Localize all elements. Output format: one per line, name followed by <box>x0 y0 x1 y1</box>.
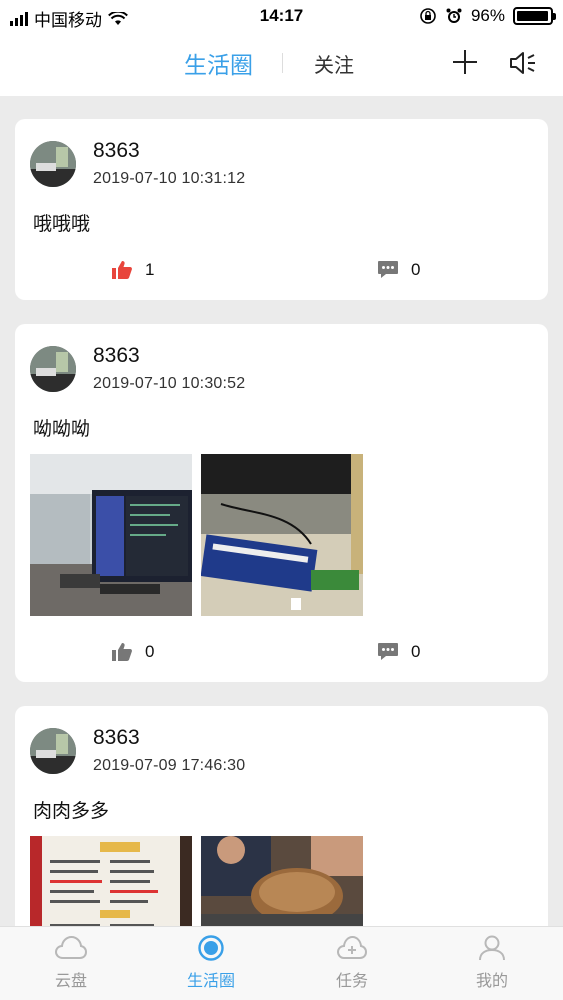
post-timestamp: 2019-07-09 17:46:30 <box>93 757 246 774</box>
avatar[interactable] <box>30 346 76 392</box>
username[interactable]: 8363 <box>93 726 140 750</box>
tab-label: 云盘 <box>54 973 87 990</box>
post-timestamp: 2019-07-10 10:30:52 <box>93 375 246 392</box>
username[interactable]: 8363 <box>93 139 140 163</box>
post-text: 哦哦哦 <box>33 214 91 235</box>
like-count: 1 <box>145 260 155 279</box>
like-button[interactable]: 1 <box>111 260 154 280</box>
avatar[interactable] <box>30 728 76 774</box>
office-monitor-photo[interactable] <box>30 454 192 616</box>
comment-count: 0 <box>411 260 421 279</box>
tab-mine[interactable]: 我的 <box>442 935 542 991</box>
speaker-icon[interactable] <box>508 49 538 77</box>
post-card: 8363 2019-07-10 10:31:12 哦哦哦 1 0 <box>15 119 548 300</box>
rotation-lock-icon <box>420 8 436 24</box>
circle-icon <box>198 935 224 961</box>
desk-hardware-photo[interactable] <box>201 454 363 616</box>
top-nav: 生活圈 关注 <box>0 32 563 96</box>
thumbs-up-icon <box>112 261 132 279</box>
battery-percent: 96% <box>470 6 505 25</box>
comment-button[interactable]: 0 <box>377 260 420 280</box>
user-icon <box>479 935 505 961</box>
bottom-tab-bar: 云盘 生活圈 任务 我的 <box>0 926 563 1000</box>
tab-label: 任务 <box>335 973 368 990</box>
tab-label: 生活圈 <box>186 973 235 990</box>
post-text: 呦呦呦 <box>33 419 91 440</box>
cloud-icon <box>54 935 88 959</box>
like-button[interactable]: 0 <box>111 642 154 662</box>
tab-tasks[interactable]: 任务 <box>302 935 402 991</box>
comment-icon <box>378 643 398 660</box>
comment-icon <box>378 261 398 278</box>
thumbs-up-icon <box>112 643 132 661</box>
battery-icon <box>513 7 556 25</box>
username[interactable]: 8363 <box>93 344 140 368</box>
status-bar: 中国移动 14:17 96% <box>0 0 563 32</box>
plus-icon[interactable] <box>450 47 480 77</box>
post-card: 8363 2019-07-10 10:30:52 呦呦呦 0 0 <box>15 324 548 682</box>
tab-divider <box>282 53 283 73</box>
avatar[interactable] <box>30 141 76 187</box>
tab-follow[interactable]: 关注 <box>314 49 354 78</box>
like-count: 0 <box>145 642 155 661</box>
tab-label: 我的 <box>475 973 508 990</box>
post-text: 肉肉多多 <box>33 801 110 822</box>
cloud-task-icon <box>336 935 368 959</box>
tab-life-circle-bottom[interactable]: 生活圈 <box>161 935 261 991</box>
comment-button[interactable]: 0 <box>377 642 420 662</box>
comment-count: 0 <box>411 642 421 661</box>
post-timestamp: 2019-07-10 10:31:12 <box>93 170 246 187</box>
tab-life-circle[interactable]: 生活圈 <box>184 46 253 80</box>
alarm-icon <box>446 8 462 23</box>
tab-cloud-drive[interactable]: 云盘 <box>21 935 121 991</box>
status-right: 96% <box>419 6 556 26</box>
